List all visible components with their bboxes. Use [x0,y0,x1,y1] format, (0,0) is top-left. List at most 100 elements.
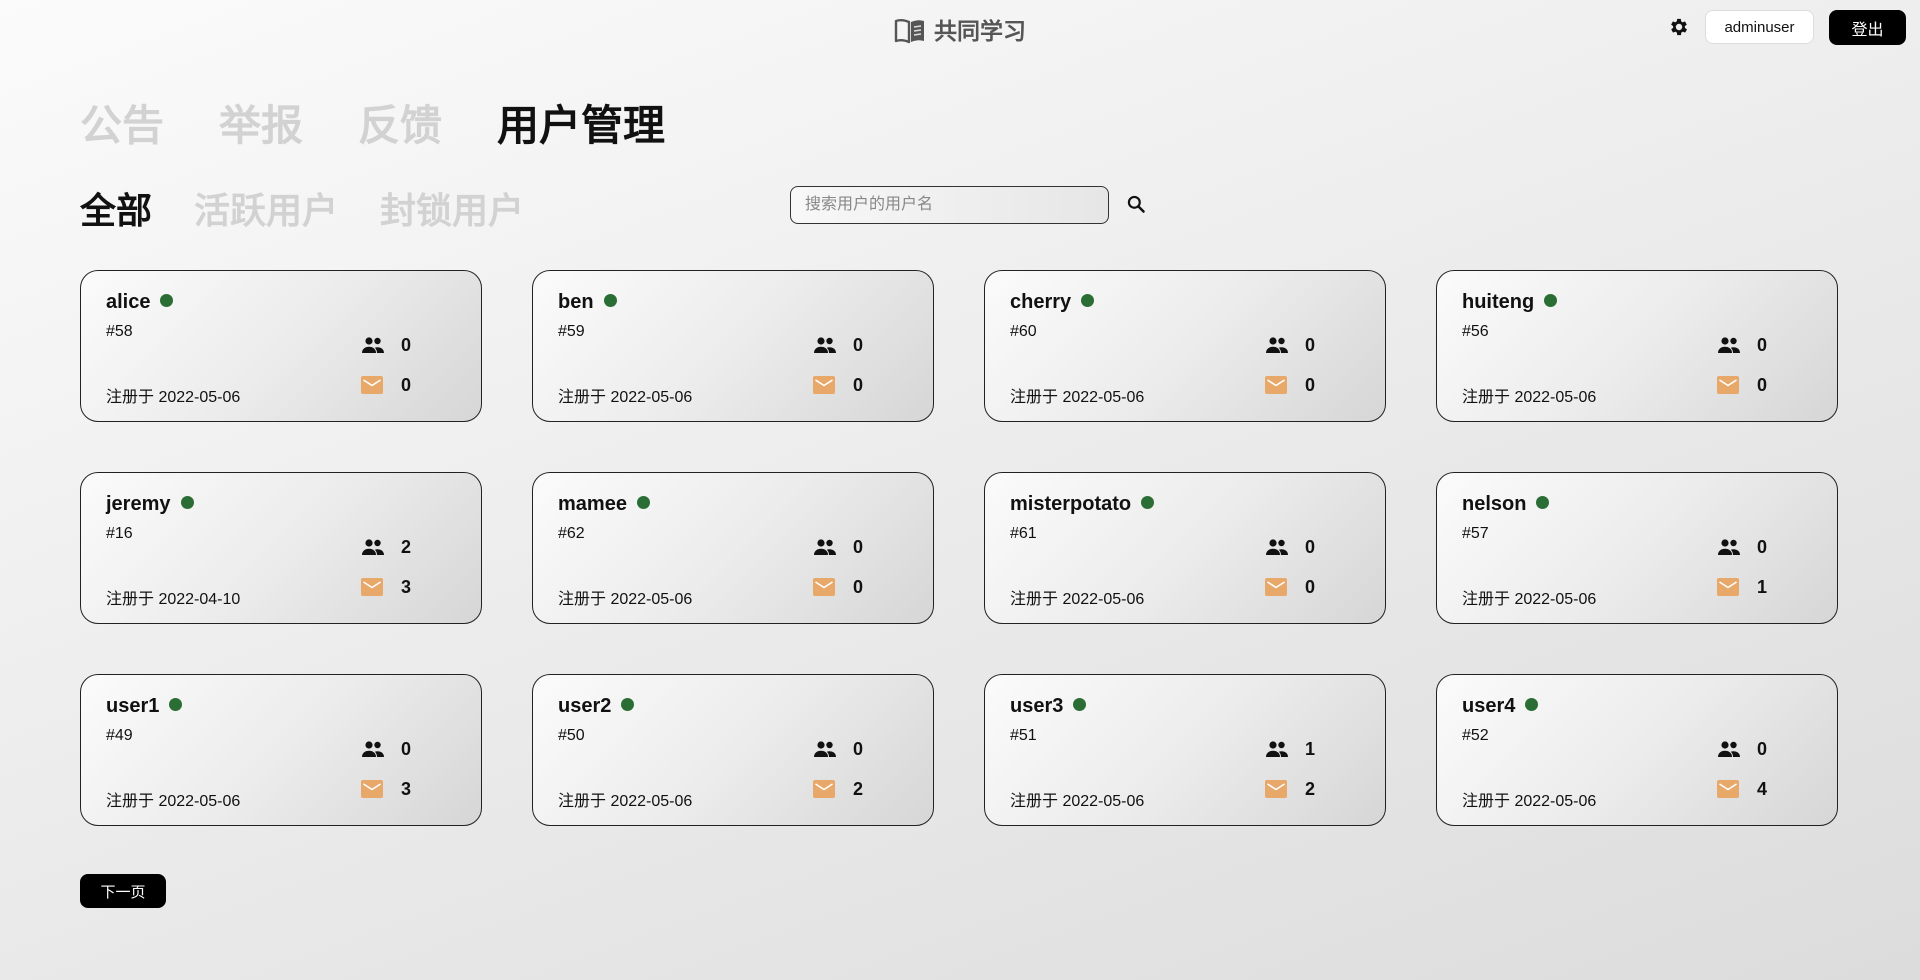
mail-icon [1717,374,1741,396]
status-dot [180,496,194,509]
user-button[interactable]: adminuser [1705,10,1814,44]
tab-active-users[interactable]: 活跃用户 [194,182,338,234]
tab-user-management[interactable]: 用户管理 [497,92,665,153]
tab-all[interactable]: 全部 [80,182,152,234]
friends-count: 0 [853,334,864,355]
messages-count: 3 [401,778,412,799]
messages-count: 1 [1757,576,1768,597]
messages-stat: 4 [1717,778,1767,800]
status-dot [160,294,174,307]
friends-count: 0 [1305,536,1316,557]
status-dot [621,698,635,711]
messages-count: 2 [853,778,864,799]
friends-count: 0 [401,738,412,759]
people-icon [1717,738,1741,760]
user-name-row: cherry [1010,291,1095,314]
registration-date: 注册于 2022-05-06 [106,793,241,810]
friends-stat: 0 [1265,536,1315,558]
friends-stat: 0 [813,536,863,558]
registration-date: 注册于 2022-05-06 [1462,793,1597,810]
book-icon [894,19,924,44]
registration-date: 注册于 2022-05-06 [558,793,693,810]
user-card[interactable]: ben #59 注册于 2022-05-06 0 0 [532,270,934,422]
user-name-row: nelson [1462,493,1550,516]
top-bar: 共同学习 adminuser 登出 [0,0,1920,56]
search-icon[interactable] [1126,194,1146,214]
status-dot [1073,698,1087,711]
messages-count: 2 [1305,778,1316,799]
mail-icon [813,374,837,396]
people-icon [1717,334,1741,356]
tab-blocked-users[interactable]: 封锁用户 [380,182,524,234]
gear-icon[interactable] [1668,16,1690,38]
user-name-row: user4 [1462,695,1539,718]
user-card[interactable]: misterpotato #61 注册于 2022-05-06 0 0 [984,472,1386,624]
user-card[interactable]: cherry #60 注册于 2022-05-06 0 0 [984,270,1386,422]
user-name: user3 [1010,695,1064,717]
user-card[interactable]: user1 #49 注册于 2022-05-06 0 3 [80,674,482,826]
messages-stat: 0 [361,374,411,396]
user-card[interactable]: user3 #51 注册于 2022-05-06 1 2 [984,674,1386,826]
user-name-row: jeremy [106,493,194,516]
user-card[interactable]: alice #58 注册于 2022-05-06 0 0 [80,270,482,422]
user-card[interactable]: user2 #50 注册于 2022-05-06 0 2 [532,674,934,826]
user-name: huiteng [1462,291,1535,313]
friends-stat: 0 [1717,536,1767,558]
tab-reports[interactable]: 举报 [219,92,303,153]
user-name: ben [558,291,594,313]
user-id: #50 [558,727,585,744]
people-icon [1265,536,1289,558]
user-card[interactable]: nelson #57 注册于 2022-05-06 0 1 [1436,472,1838,624]
user-card[interactable]: jeremy #16 注册于 2022-04-10 2 3 [80,472,482,624]
messages-stat: 3 [361,576,411,598]
next-page-button[interactable]: 下一页 [80,874,166,908]
logout-button[interactable]: 登出 [1829,10,1906,45]
friends-stat: 0 [1265,334,1315,356]
user-name: user4 [1462,695,1516,717]
messages-stat: 0 [1265,374,1315,396]
friends-count: 0 [853,738,864,759]
status-dot [169,698,183,711]
friends-count: 0 [1305,334,1316,355]
search-input[interactable] [790,186,1109,224]
people-icon [813,738,837,760]
friends-count: 0 [1757,738,1768,759]
status-dot [1081,294,1095,307]
status-dot [636,496,650,509]
mail-icon [1265,576,1289,598]
status-dot [1536,496,1550,509]
registration-date: 注册于 2022-04-10 [106,591,241,608]
friends-stat: 0 [361,738,411,760]
registration-date: 注册于 2022-05-06 [558,591,693,608]
user-name-row: alice [106,291,174,314]
tab-feedback[interactable]: 反馈 [358,92,442,153]
brand[interactable]: 共同学习 [0,12,1920,46]
brand-name: 共同学习 [934,18,1026,44]
friends-count: 2 [401,536,412,557]
friends-stat: 0 [1717,334,1767,356]
status-dot [603,294,617,307]
user-card[interactable]: huiteng #56 注册于 2022-05-06 0 0 [1436,270,1838,422]
user-id: #52 [1462,727,1489,744]
user-card[interactable]: mamee #62 注册于 2022-05-06 0 0 [532,472,934,624]
messages-count: 0 [1305,576,1316,597]
user-name: nelson [1462,493,1527,515]
tab-announcements[interactable]: 公告 [80,92,164,153]
friends-count: 0 [1757,536,1768,557]
registration-date: 注册于 2022-05-06 [1010,591,1145,608]
messages-count: 0 [401,374,412,395]
user-id: #62 [558,525,585,542]
user-card[interactable]: user4 #52 注册于 2022-05-06 0 4 [1436,674,1838,826]
mail-icon [1265,374,1289,396]
filter-tabs: 全部 活跃用户 封锁用户 [80,182,566,234]
user-id: #49 [106,727,133,744]
mail-icon [813,778,837,800]
user-name-row: mamee [558,493,650,516]
people-icon [1265,334,1289,356]
messages-count: 0 [1757,374,1768,395]
mail-icon [1265,778,1289,800]
messages-stat: 1 [1717,576,1767,598]
user-id: #57 [1462,525,1489,542]
user-id: #58 [106,323,133,340]
user-name-row: user2 [558,695,635,718]
